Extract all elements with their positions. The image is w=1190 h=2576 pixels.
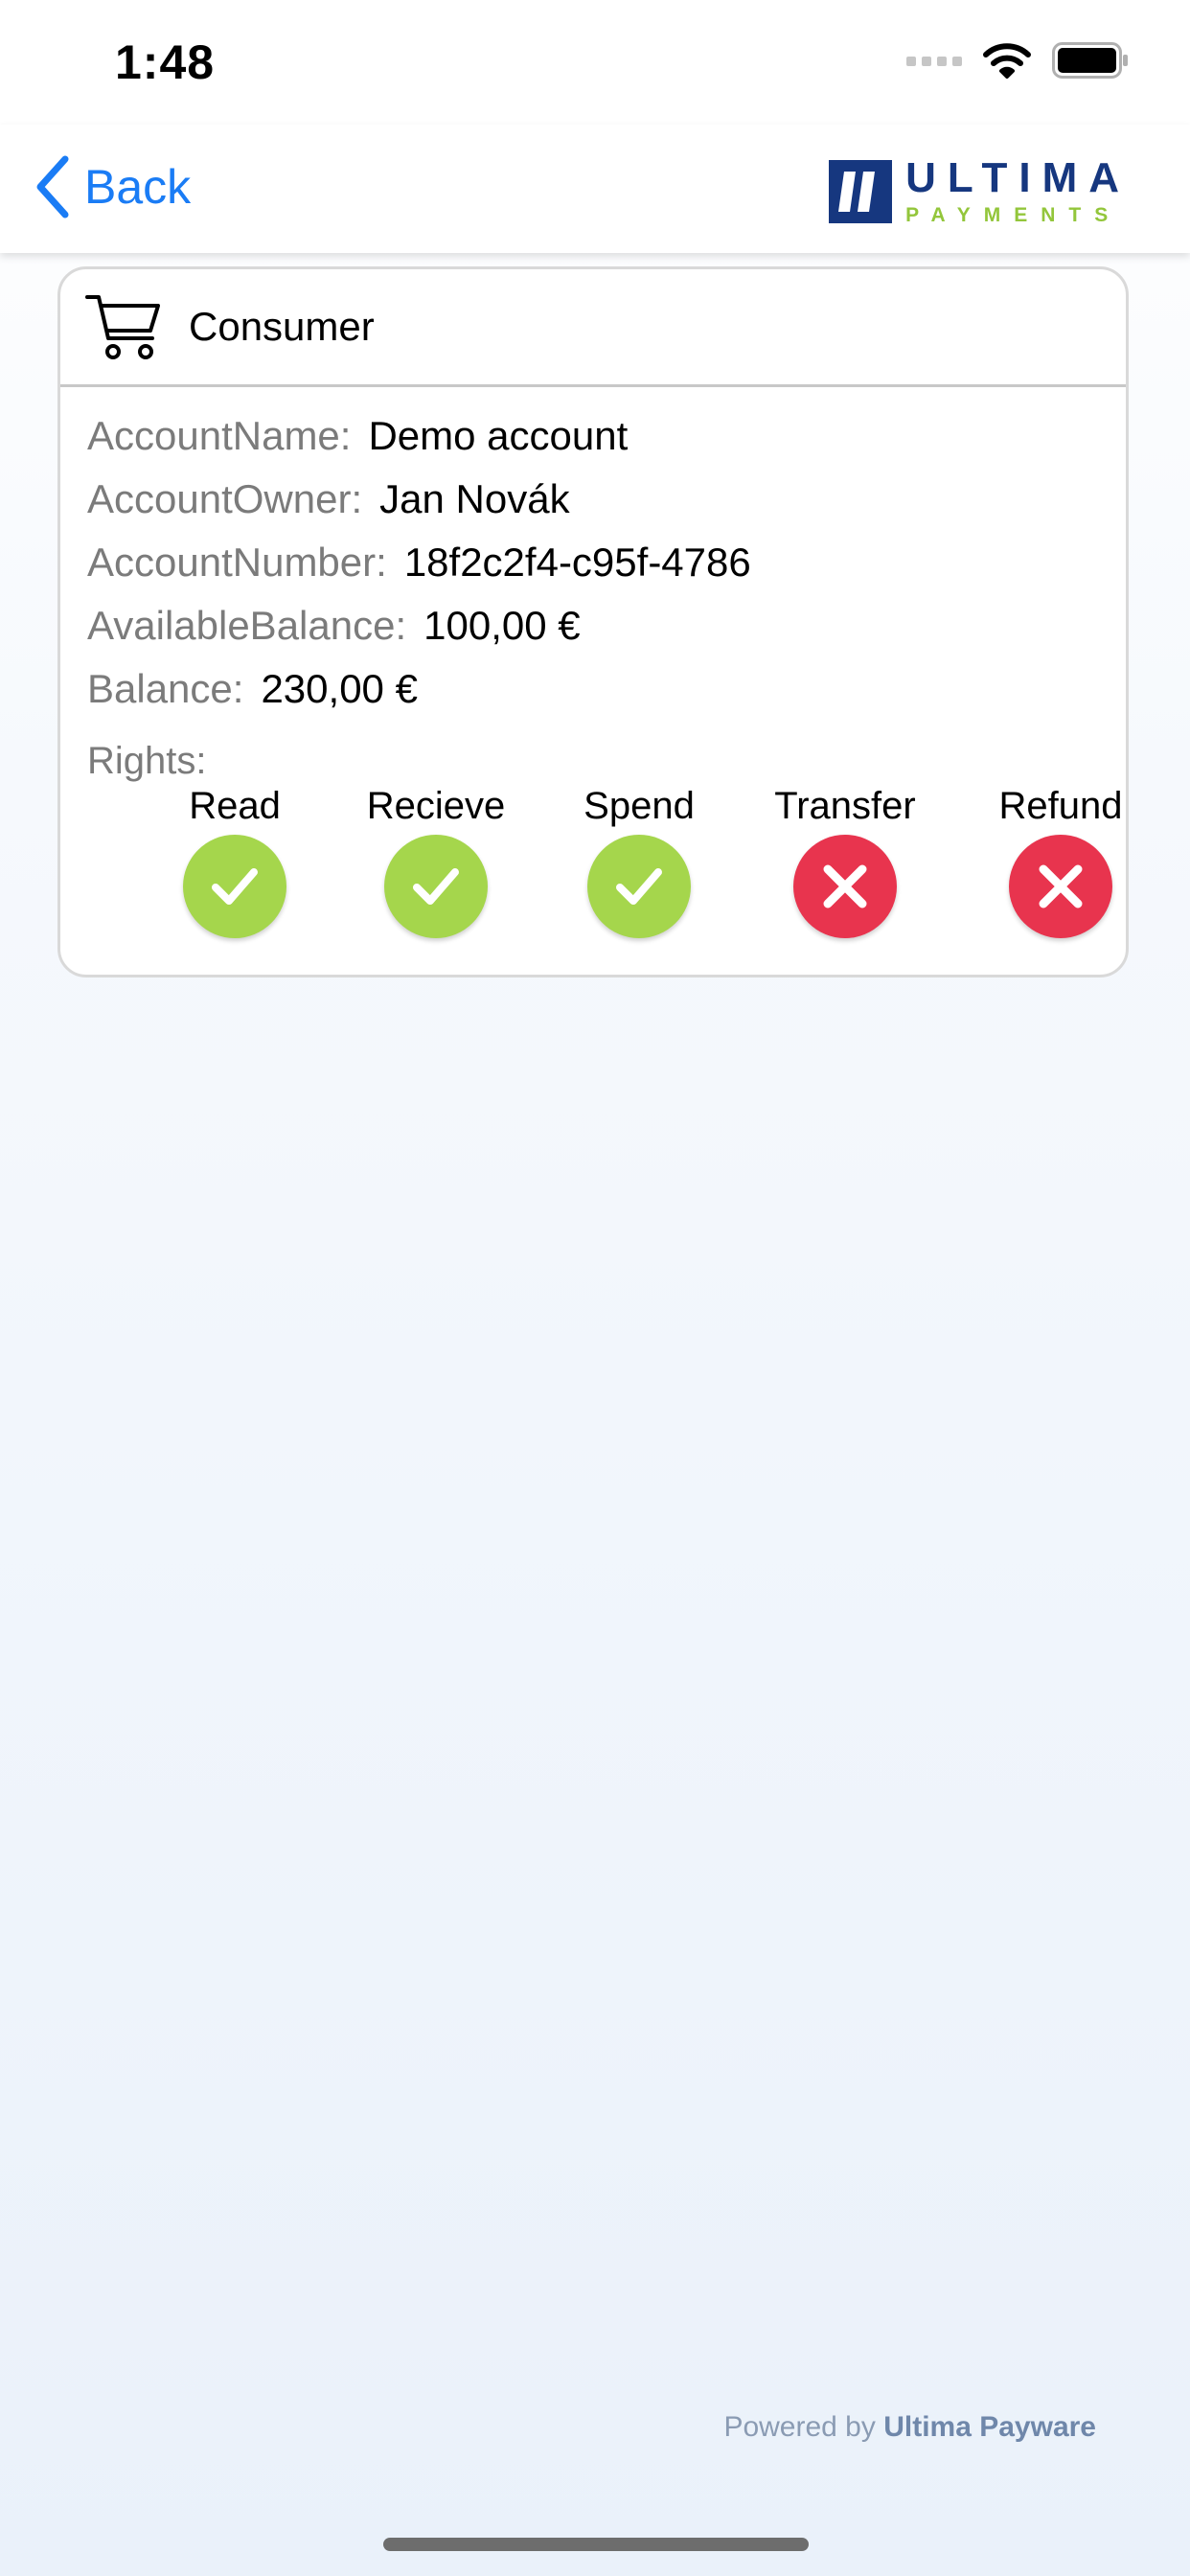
field-label: AccountNumber: <box>87 540 387 585</box>
right-recieve: Recieve <box>321 783 551 938</box>
field-account-number: AccountNumber: 18f2c2f4-c95f-4786 <box>87 531 1126 594</box>
powered-by-footer: Powered by Ultima Payware <box>723 2411 1096 2444</box>
footer-prefix: Powered by <box>723 2411 876 2443</box>
field-value: Demo account <box>368 413 629 458</box>
wifi-icon <box>983 43 1031 79</box>
checkmark-icon <box>183 835 286 938</box>
field-value: 100,00 € <box>423 603 581 648</box>
back-button[interactable]: Back <box>34 153 191 220</box>
card-body: AccountName: Demo account AccountOwner: … <box>60 387 1126 946</box>
navigation-bar: Back ULTIMA PAYMENTS <box>0 125 1190 253</box>
field-value: 230,00 € <box>261 666 418 711</box>
rights-row: Read Recieve Spend Transfer Refund <box>87 783 1126 946</box>
field-label: AccountName: <box>87 413 352 458</box>
right-name: Refund <box>998 785 1123 827</box>
field-value: 18f2c2f4-c95f-4786 <box>403 540 751 585</box>
shopping-cart-icon <box>85 295 160 359</box>
right-read: Read <box>120 783 350 938</box>
close-icon <box>793 835 897 938</box>
right-name: Recieve <box>366 785 506 827</box>
cellular-signal-icon <box>906 57 962 66</box>
right-refund: Refund <box>946 783 1176 938</box>
field-balance: Balance: 230,00 € <box>87 657 1126 721</box>
field-label: AvailableBalance: <box>87 603 407 648</box>
logo-word: ULTIMA <box>905 154 1131 201</box>
status-time: 1:48 <box>115 35 216 89</box>
status-icons <box>906 42 1129 79</box>
right-spend: Spend <box>524 783 754 938</box>
card-header: Consumer <box>60 269 1126 387</box>
account-card: Consumer AccountName: Demo account Accou… <box>57 266 1129 978</box>
right-name: Transfer <box>774 785 916 827</box>
chevron-left-icon <box>36 155 69 218</box>
close-icon <box>1009 835 1112 938</box>
back-label: Back <box>84 160 192 214</box>
rights-label: Rights: <box>87 740 207 782</box>
right-transfer: Transfer <box>730 783 960 938</box>
ultima-payments-logo: ULTIMA PAYMENTS <box>829 157 1131 225</box>
field-label: Balance: <box>87 666 244 711</box>
checkmark-icon <box>384 835 488 938</box>
right-name: Spend <box>584 785 695 827</box>
card-title: Consumer <box>189 304 375 349</box>
field-account-owner: AccountOwner: Jan Novák <box>87 468 1126 531</box>
field-value: Jan Novák <box>379 476 570 521</box>
checkmark-icon <box>587 835 691 938</box>
ultima-logo-mark-icon <box>829 159 893 223</box>
battery-icon <box>1052 42 1128 79</box>
status-bar: 1:48 <box>0 0 1190 125</box>
home-indicator[interactable] <box>383 2538 809 2551</box>
field-label: AccountOwner: <box>87 476 363 521</box>
right-name: Read <box>189 785 281 827</box>
field-available-balance: AvailableBalance: 100,00 € <box>87 594 1126 657</box>
logo-subtitle: PAYMENTS <box>905 204 1122 226</box>
footer-brand: Ultima Payware <box>883 2411 1096 2443</box>
field-account-name: AccountName: Demo account <box>87 404 1126 468</box>
